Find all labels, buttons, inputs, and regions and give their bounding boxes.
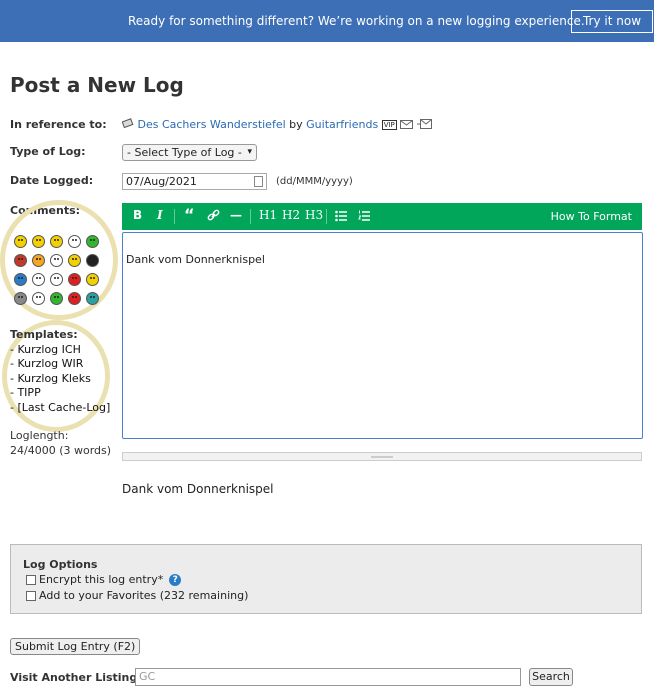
vip-badge-icon: VIP [381, 120, 397, 130]
encrypt-checkbox[interactable] [26, 574, 36, 585]
template-item-kurzlog-kleks[interactable]: - Kurzlog Kleks [10, 372, 110, 387]
mail-icon[interactable] [400, 119, 414, 132]
smiley-icon[interactable] [86, 254, 99, 267]
try-it-now-button[interactable]: Try it now [571, 10, 653, 33]
templates-title: Templates: [10, 328, 78, 341]
template-item-last-cache-log[interactable]: - [Last Cache-Log] [10, 401, 110, 416]
date-label: Date Logged: [10, 174, 94, 187]
date-value: 07/Aug/2021 [126, 175, 197, 188]
smiley-icon[interactable] [50, 273, 63, 286]
date-format-hint: (dd/MMM/yyyy) [276, 176, 353, 187]
horizontal-rule-button[interactable]: — [230, 208, 242, 222]
encrypt-option: Encrypt this log entry* ? [26, 573, 182, 586]
cache-type-icon [121, 118, 134, 132]
help-icon[interactable]: ? [169, 573, 182, 586]
smiley-icon[interactable] [68, 273, 81, 286]
numbered-list-icon[interactable] [358, 210, 371, 225]
cache-name-link[interactable]: Des Cachers Wanderstiefel [138, 118, 286, 131]
heading-1-button[interactable]: H1 [259, 208, 277, 222]
smiley-icon[interactable] [86, 235, 99, 248]
smiley-icon[interactable] [50, 254, 63, 267]
smiley-icon[interactable] [32, 273, 45, 286]
template-item-kurzlog-ich[interactable]: - Kurzlog ICH [10, 343, 110, 358]
template-item-tipp[interactable]: - TIPP [10, 386, 110, 401]
message-icon[interactable] [416, 118, 432, 132]
toolbar-divider [174, 209, 175, 224]
smiley-palette [14, 235, 100, 305]
smiley-icon[interactable] [14, 273, 27, 286]
quote-button[interactable]: “ [184, 205, 195, 224]
visit-listing-label: Visit Another Listing: [10, 671, 142, 684]
by-text: by [289, 118, 303, 131]
favorites-checkbox[interactable] [26, 590, 36, 601]
banner-text: Ready for something different? We’re wor… [128, 14, 585, 28]
search-button[interactable]: Search [529, 668, 573, 686]
encrypt-label: Encrypt this log entry* [39, 573, 164, 586]
calendar-icon[interactable] [254, 176, 263, 187]
reference-label: In reference to: [10, 118, 107, 131]
log-type-label: Type of Log: [10, 145, 86, 158]
editor-resize-handle[interactable] [122, 452, 642, 461]
smiley-icon[interactable] [50, 235, 63, 248]
link-icon[interactable] [207, 209, 220, 225]
how-to-format-link[interactable]: How To Format [551, 210, 632, 223]
favorites-label: Add to your Favorites (232 remaining) [39, 589, 249, 602]
heading-2-button[interactable]: H2 [282, 208, 300, 222]
smiley-icon[interactable] [14, 254, 27, 267]
date-input[interactable]: 07/Aug/2021 [122, 173, 267, 190]
template-item-kurzlog-wir[interactable]: - Kurzlog WIR [10, 357, 110, 372]
heading-3-button[interactable]: H3 [305, 208, 323, 222]
log-length-value: 24/4000 (3 words) [10, 444, 112, 457]
toolbar-divider [326, 209, 327, 224]
page-title: Post a New Log [10, 73, 184, 97]
italic-button[interactable]: I [157, 208, 163, 222]
smiley-icon[interactable] [14, 235, 27, 248]
log-type-value: - Select Type of Log - [127, 146, 242, 159]
log-length-label: Loglength: [10, 429, 69, 442]
smiley-icon[interactable] [32, 254, 45, 267]
editor-toolbar: B I “ — H1 H2 H3 How To Format [122, 203, 642, 230]
submit-log-button[interactable]: Submit Log Entry (F2) [10, 638, 141, 655]
smiley-icon[interactable] [68, 292, 81, 305]
smiley-icon[interactable] [68, 235, 81, 248]
smiley-icon[interactable] [32, 235, 45, 248]
templates-list: Templates: - Kurzlog ICH - Kurzlog WIR -… [10, 328, 110, 416]
log-type-select[interactable]: - Select Type of Log - ▾ [122, 144, 257, 161]
smiley-icon[interactable] [86, 292, 99, 305]
feedback-banner: Ready for something different? We’re wor… [0, 0, 654, 42]
log-options-panel: Log Options Encrypt this log entry* ? Ad… [10, 544, 642, 614]
smiley-icon[interactable] [68, 254, 81, 267]
smiley-icon[interactable] [50, 292, 63, 305]
chevron-down-icon: ▾ [247, 147, 252, 157]
bold-button[interactable]: B [133, 208, 142, 222]
toolbar-divider [250, 209, 251, 224]
visit-listing-input[interactable]: GC [135, 668, 521, 686]
smiley-icon[interactable] [86, 273, 99, 286]
smiley-icon[interactable] [32, 292, 45, 305]
bullet-list-icon[interactable] [335, 210, 348, 225]
reference-row: Des Cachers Wanderstiefel by Guitarfrien… [121, 118, 432, 132]
owner-link[interactable]: Guitarfriends [306, 118, 378, 131]
log-preview: Dank vom Donnerknispel [122, 482, 274, 496]
favorites-option: Add to your Favorites (232 remaining) [26, 589, 248, 602]
log-options-title: Log Options [23, 558, 98, 571]
log-length: Loglength: 24/4000 (3 words) [10, 428, 111, 458]
smiley-icon[interactable] [14, 292, 27, 305]
log-text-editor[interactable]: Dank vom Donnerknispel [122, 232, 643, 439]
